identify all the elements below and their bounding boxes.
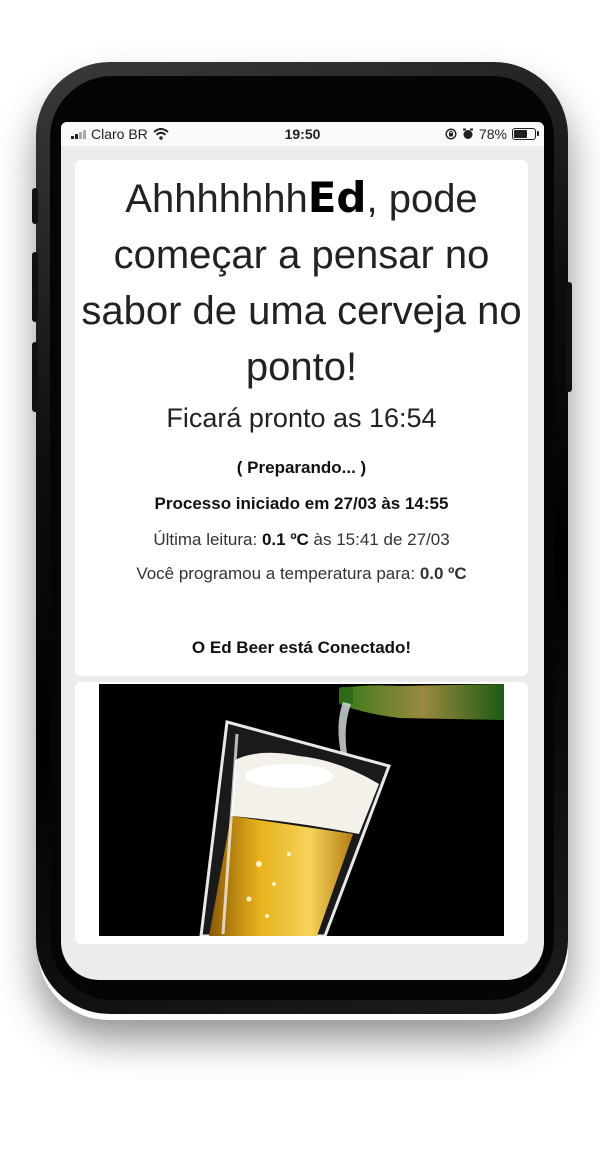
- silent-switch: [32, 188, 38, 224]
- battery-level: [514, 130, 528, 138]
- status-bar: Claro BR 19:50 78%: [61, 122, 544, 146]
- programmed-label: Você programou a temperatura para:: [136, 564, 416, 583]
- connection-status: O Ed Beer está Conectado!: [191, 638, 412, 657]
- volume-up-button: [32, 252, 38, 322]
- phone-screen: Claro BR 19:50 78% AhhhhhhhEd, pode come…: [61, 122, 544, 980]
- last-reading: Última leitura: 0.1 ºC às 15:41 de 27/03: [75, 530, 528, 550]
- beer-pour-image: [99, 684, 504, 936]
- programmed-temperature: Você programou a temperatura para: 0.0 º…: [75, 564, 528, 584]
- rotation-lock-icon: [445, 128, 457, 140]
- brew-status-card: AhhhhhhhEd, pode começar a pensar no sab…: [75, 160, 528, 676]
- alarm-icon: [462, 128, 473, 139]
- last-reading-value: 0.1 ºC: [261, 530, 309, 549]
- headline-prefix: Ahhhhhhh: [125, 177, 308, 221]
- status-text: ( Preparando... ): [236, 458, 367, 477]
- ready-time: Ficará pronto as 16:54: [166, 403, 437, 433]
- beer-glass-illustration: [199, 684, 504, 936]
- headline-name: Ed: [307, 173, 367, 222]
- last-reading-label: Última leitura:: [153, 530, 258, 549]
- process-started: Processo iniciado em 27/03 às 14:55: [154, 494, 449, 513]
- beer-image-card: [75, 682, 528, 944]
- power-button: [566, 282, 572, 392]
- status-right: 78%: [445, 126, 539, 142]
- volume-down-button: [32, 342, 38, 412]
- last-reading-suffix: às 15:41 de 27/03: [313, 530, 450, 549]
- headline: AhhhhhhhEd, pode começar a pensar no sab…: [75, 170, 528, 395]
- programmed-value: 0.0 ºC: [419, 564, 467, 583]
- battery-icon: [512, 128, 539, 140]
- battery-percent: 78%: [478, 126, 507, 142]
